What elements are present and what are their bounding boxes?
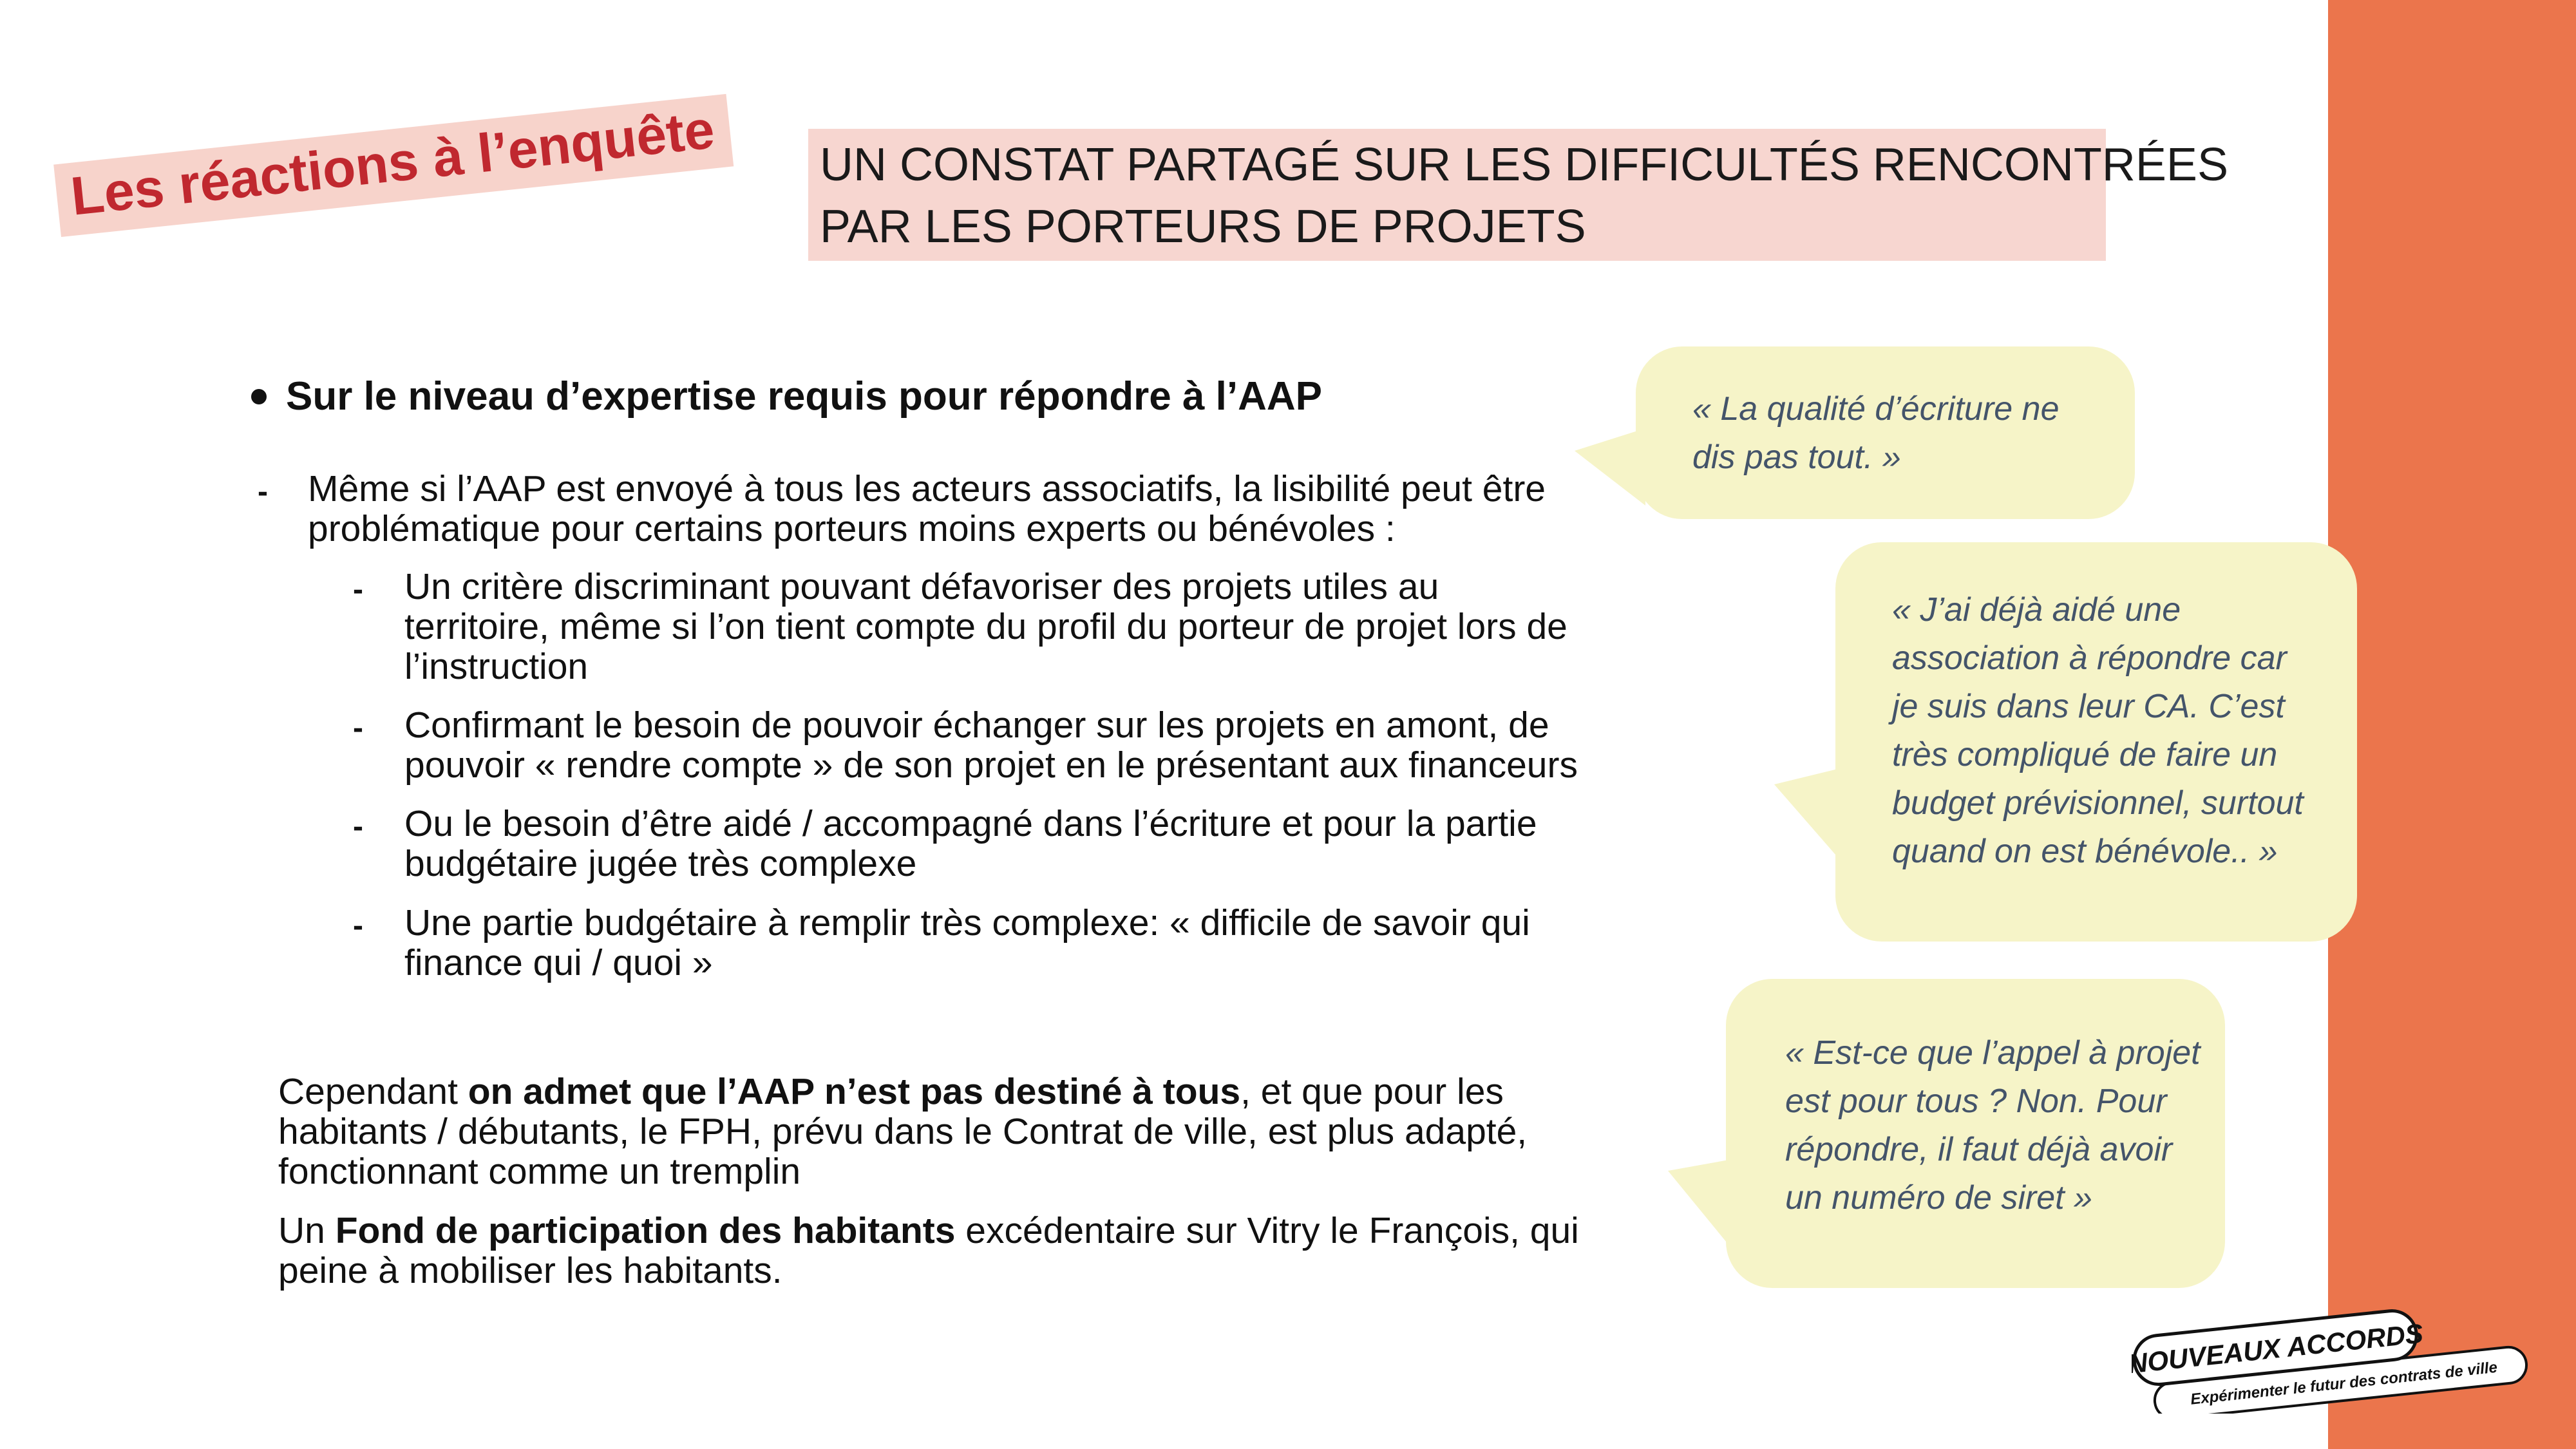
section-heading: Sur le niveau d’expertise requis pour ré… — [251, 368, 1322, 425]
speech-tail-icon — [1575, 428, 1645, 506]
fund-prefix: Un — [278, 1210, 336, 1251]
dash-bullet-icon: - — [258, 475, 268, 509]
quote-line: quand on est bénévole.. » — [1892, 833, 2278, 870]
quote-line: budget prévisionnel, surtout — [1892, 784, 2304, 822]
sub-point-3: Ou le besoin d’être aidé / accompagné da… — [404, 804, 1537, 884]
sub-point-line: l’instruction — [404, 646, 589, 687]
sub-point-line: Une partie budgétaire à remplir très com… — [404, 902, 1530, 943]
however-prefix: Cependant — [278, 1071, 468, 1112]
heading-text: Sur le niveau d’expertise requis pour ré… — [286, 374, 1323, 419]
sub-point-line: Un critère discriminant pouvant défavori… — [404, 566, 1439, 607]
fund-paragraph: Un Fond de participation des habitants e… — [278, 1211, 1579, 1291]
dash-bullet-icon: - — [353, 711, 363, 745]
sub-point-2: Confirmant le besoin de pouvoir échanger… — [404, 705, 1578, 785]
fund-first-line: Un Fond de participation des habitants e… — [278, 1211, 1579, 1251]
sub-point-1: Un critère discriminant pouvant défavori… — [404, 567, 1567, 687]
main-point: Même si l’AAP est envoyé à tous les acte… — [308, 469, 1546, 549]
quote-line: « J’ai déjà aidé une — [1892, 591, 2181, 629]
quote-line: est pour tous ? Non. Pour — [1785, 1083, 2167, 1120]
dash-bullet-icon: - — [353, 909, 363, 943]
sub-point-line: pouvoir « rendre compte » de son projet … — [404, 744, 1578, 786]
quote-line: un numéro de siret » — [1785, 1179, 2092, 1217]
sub-point-line: budgétaire jugée très complexe — [404, 843, 917, 884]
however-line: fonctionnant comme un tremplin — [278, 1151, 801, 1192]
dash-bullet-icon: - — [353, 573, 363, 607]
quote-line: association à répondre car — [1892, 639, 2287, 677]
section-tag: Les réactions à l’enquête — [53, 93, 734, 237]
sub-point-line: Ou le besoin d’être aidé / accompagné da… — [404, 803, 1537, 844]
main-point-line: problématique pour certains porteurs moi… — [308, 508, 1396, 549]
however-first-line: Cependant on admet que l’AAP n’est pas d… — [278, 1072, 1527, 1112]
nouveaux-accords-logo: NOUVEAUX ACCORDS Expérimenter le futur d… — [2132, 1309, 2528, 1414]
header-line-2: PAR LES PORTEURS DE PROJETS — [820, 201, 1586, 252]
quote-bubble-1: « La qualité d’écriture ne dis pas tout.… — [1636, 346, 2135, 519]
fund-emphasis: Fond de participation des habitants — [335, 1210, 956, 1251]
quote-line: « La qualité d’écriture ne — [1692, 390, 2060, 428]
orange-side-band — [2328, 0, 2576, 1449]
header-line-1: UN CONSTAT PARTAGÉ SUR LES DIFFICULTÉS R… — [820, 139, 2228, 191]
quote-bubble-2: « J’ai déjà aidé une association à répon… — [1835, 542, 2357, 942]
however-suffix: , et que pour les — [1240, 1071, 1504, 1112]
quote-line: je suis dans leur CA. C’est — [1892, 688, 2285, 725]
quote-line: « Est-ce que l’appel à projet — [1785, 1034, 2201, 1072]
sub-point-line: finance qui / quoi » — [404, 942, 713, 983]
main-point-line: Même si l’AAP est envoyé à tous les acte… — [308, 468, 1546, 509]
however-line: habitants / débutants, le FPH, prévu dan… — [278, 1111, 1528, 1152]
sub-point-line: territoire, même si l’on tient compte du… — [404, 606, 1567, 647]
however-paragraph: Cependant on admet que l’AAP n’est pas d… — [278, 1072, 1527, 1191]
fund-line: peine à mobiliser les habitants. — [278, 1250, 782, 1291]
however-emphasis: on admet que l’AAP n’est pas destiné à t… — [468, 1071, 1241, 1112]
sub-point-line: Confirmant le besoin de pouvoir échanger… — [404, 705, 1549, 746]
quote-line: répondre, il faut déjà avoir — [1785, 1131, 2173, 1168]
slide-header: UN CONSTAT PARTAGÉ SUR LES DIFFICULTÉS R… — [808, 129, 2228, 261]
bullet-dot-icon — [251, 388, 267, 404]
fund-suffix: excédentaire sur Vitry le François, qui — [955, 1210, 1579, 1251]
dash-bullet-icon: - — [353, 810, 363, 844]
quote-bubble-3: « Est-ce que l’appel à projet est pour t… — [1726, 979, 2225, 1288]
sub-point-4: Une partie budgétaire à remplir très com… — [404, 903, 1530, 983]
quote-line: dis pas tout. » — [1692, 439, 1901, 476]
speech-tail-icon — [1668, 1159, 1732, 1249]
quote-line: très compliqué de faire un — [1892, 736, 2278, 773]
